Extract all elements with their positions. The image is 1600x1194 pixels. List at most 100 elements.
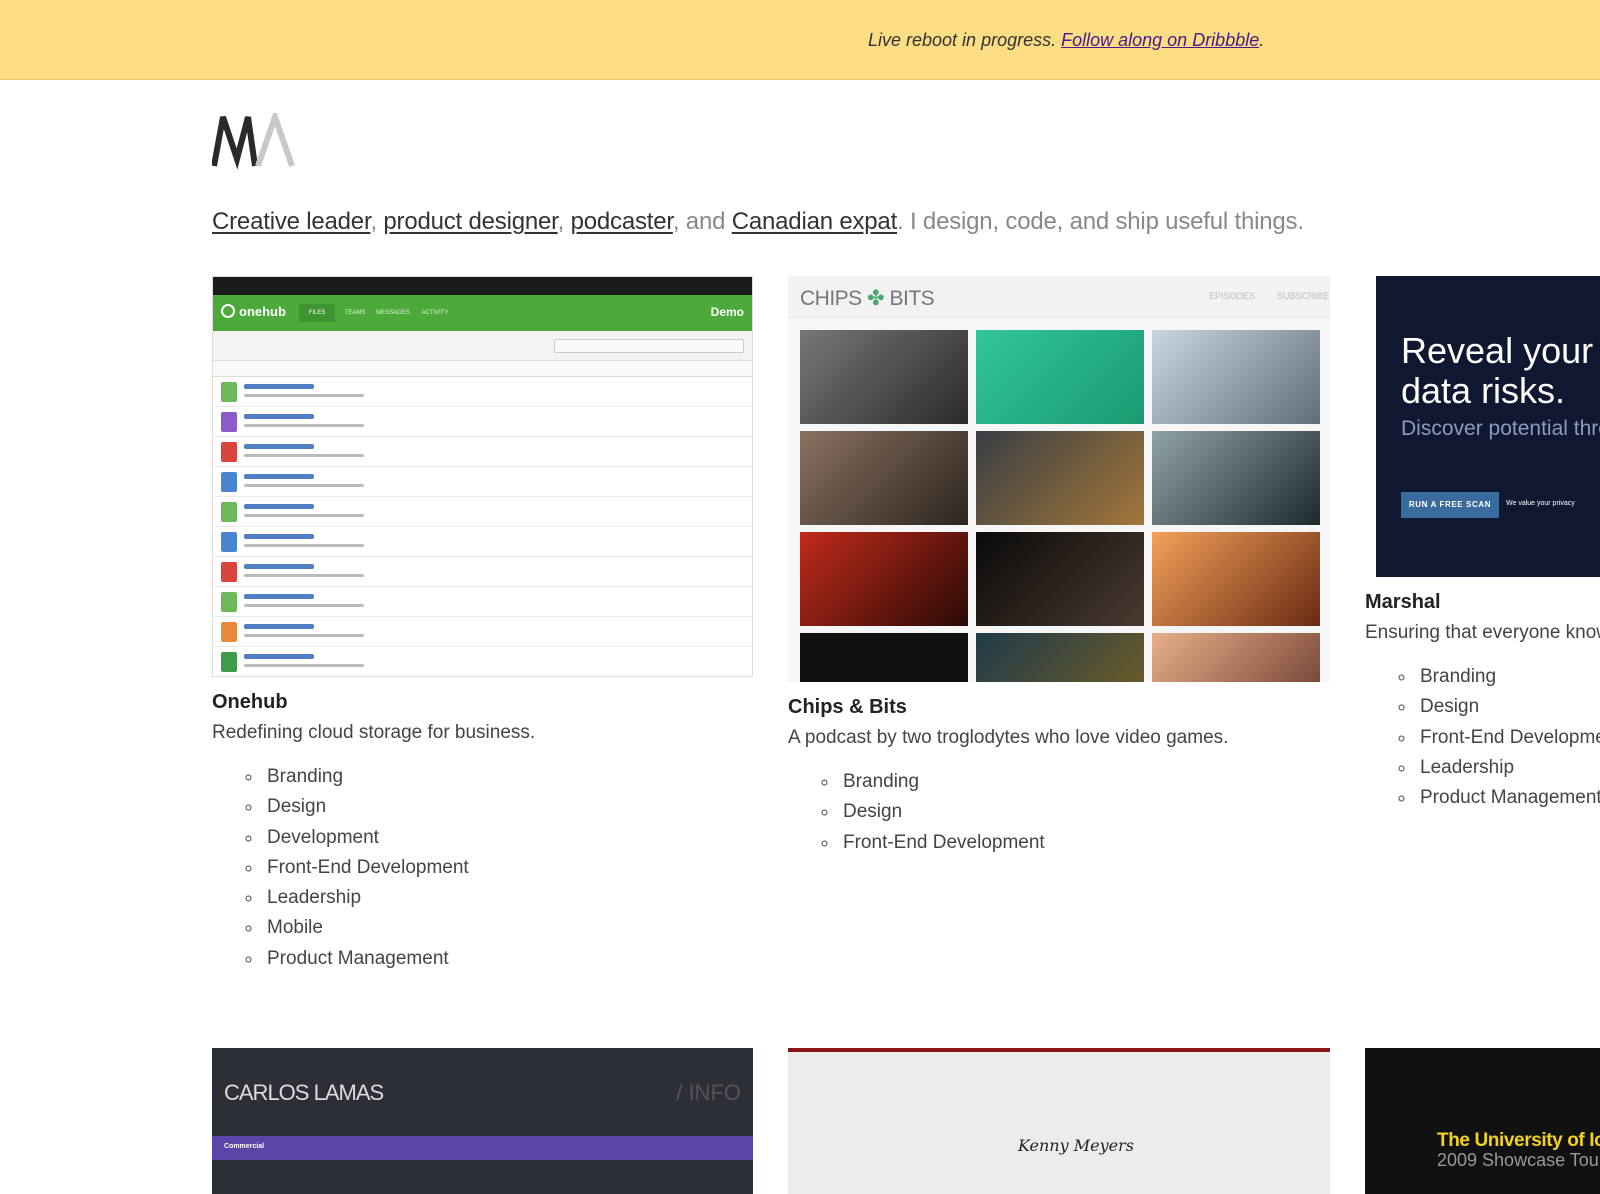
file-meta (244, 394, 364, 397)
role-product-designer-link[interactable]: product designer (383, 208, 557, 235)
file-meta (244, 544, 364, 547)
tag-item: Front-End Development (839, 828, 1330, 858)
file-row (213, 527, 752, 557)
marshal-screenshot[interactable]: Reveal your data risks. Discover potenti… (1376, 276, 1600, 577)
project-card-marshal: Reveal your data risks. Discover potenti… (1365, 276, 1600, 813)
kenny-meyers-screenshot[interactable]: Kenny Meyers (788, 1048, 1330, 1194)
kenny-meyers-logo: Kenny Meyers (1018, 1136, 1134, 1155)
university-iowa-subtitle: 2009 Showcase Tour (1437, 1150, 1600, 1170)
project-card-onehub: onehub FILES TEAMS MESSAGES ACTIVITY Dem… (212, 276, 753, 974)
chips-bits-nav-episodes: EPISODES (1209, 291, 1256, 301)
episode-thumbnail (800, 330, 968, 424)
file-row (213, 647, 752, 676)
separator: , (370, 208, 384, 235)
role-creative-leader-link[interactable]: Creative leader (212, 208, 371, 235)
file-meta (244, 664, 364, 667)
project-card-kenny-meyers: Kenny Meyers (788, 1048, 1330, 1194)
chips-bits-logo-left: CHIPS (800, 287, 862, 310)
episode-thumbnail (800, 431, 968, 525)
file-row (213, 467, 752, 497)
project-title[interactable]: Chips & Bits (788, 696, 1330, 719)
dribbble-link[interactable]: Follow along on Dribbble (1061, 30, 1259, 50)
file-row (213, 407, 752, 437)
episode-thumbnail (800, 633, 968, 682)
episode-thumbnail (1152, 431, 1320, 525)
onehub-file-list (213, 377, 752, 676)
tag-item: Product Management (263, 944, 753, 974)
tag-item: Mobile (263, 913, 753, 943)
project-card-carlos-lamas: CARLOS LAMAS / INFO Commercial (212, 1048, 753, 1194)
project-card-chips-bits: CHIPS ✤ BITS EPISODES SUBSCRIBE Chips & … (788, 276, 1330, 858)
episode-thumbnail (976, 431, 1144, 525)
onehub-action-buttons (554, 339, 744, 353)
file-icon (221, 502, 237, 522)
onehub-logo-icon (221, 304, 235, 318)
episode-thumbnail (800, 532, 968, 626)
file-name (244, 534, 314, 539)
role-canadian-expat-link[interactable]: Canadian expat (732, 208, 898, 235)
onehub-screenshot[interactable]: onehub FILES TEAMS MESSAGES ACTIVITY Dem… (212, 276, 753, 677)
file-icon (221, 592, 237, 612)
file-meta (244, 514, 364, 517)
onehub-toolbar (213, 331, 752, 361)
onehub-brand: onehub (221, 304, 286, 319)
tag-item: Design (839, 797, 1330, 827)
ma-logo[interactable] (212, 113, 312, 169)
onehub-tab-activity: ACTIVITY (421, 310, 449, 316)
episode-thumbnail (976, 330, 1144, 424)
file-name (244, 474, 314, 479)
file-row (213, 377, 752, 407)
carlos-lamas-category: Commercial (224, 1143, 265, 1150)
marshal-subline: Discover potential threats before anyone… (1401, 417, 1600, 440)
file-row (213, 497, 752, 527)
file-icon (221, 472, 237, 492)
file-row (213, 437, 752, 467)
file-icon (221, 532, 237, 552)
marshal-scan-button: RUN A FREE SCAN (1401, 492, 1499, 518)
tag-item: Branding (839, 767, 1330, 797)
tag-item: Front-End Development (263, 853, 753, 883)
file-icon (221, 382, 237, 402)
file-name (244, 414, 314, 419)
episode-thumbnail (976, 532, 1144, 626)
file-icon (221, 442, 237, 462)
university-iowa-screenshot[interactable]: The University of Iowa 2009 Showcase Tou… (1365, 1048, 1600, 1194)
file-meta (244, 574, 364, 577)
project-description: A podcast by two troglodytes who love vi… (788, 727, 1229, 748)
banner-suffix: . (1259, 30, 1265, 50)
university-iowa-title: The University of Iowa (1437, 1130, 1600, 1151)
tagline: . I design, code, and ship useful things… (897, 208, 1304, 235)
tag-item: Design (263, 792, 753, 822)
marshal-privacy-note: We value your privacy (1506, 500, 1575, 507)
banner-text: Live reboot in progress. Follow along on… (868, 30, 1264, 51)
tag-item: Development (263, 823, 753, 853)
file-meta (244, 604, 364, 607)
project-tags: Branding Design Development Front-End De… (212, 762, 753, 974)
onehub-demo-label: Demo (710, 305, 744, 319)
project-title[interactable]: Onehub (212, 691, 753, 714)
role-podcaster-link[interactable]: podcaster (571, 208, 673, 235)
onehub-tab-messages: MESSAGES (376, 310, 410, 316)
carlos-lamas-info: / INFO (676, 1080, 741, 1105)
file-name (244, 654, 314, 659)
project-title[interactable]: Marshal (1365, 591, 1600, 614)
onehub-tab-files: FILES (299, 304, 335, 322)
announcement-banner: Live reboot in progress. Follow along on… (0, 0, 1600, 80)
file-icon (221, 412, 237, 432)
project-tags: Branding Design Front-End Development (788, 767, 1330, 858)
tag-item: Branding (263, 762, 753, 792)
project-description: Ensuring that everyone knows (1365, 622, 1600, 643)
file-meta (244, 424, 364, 427)
carlos-lamas-title: CARLOS LAMAS (224, 1080, 384, 1105)
onehub-header: onehub FILES TEAMS MESSAGES ACTIVITY Dem… (213, 295, 752, 331)
episode-thumbnail (976, 633, 1144, 682)
file-name (244, 624, 314, 629)
onehub-tab-teams: TEAMS (344, 310, 366, 316)
episode-thumbnail (1152, 532, 1320, 626)
marshal-headline: Reveal your data risks. (1401, 330, 1594, 411)
carlos-lamas-screenshot[interactable]: CARLOS LAMAS / INFO Commercial (212, 1048, 753, 1194)
file-name (244, 504, 314, 509)
tag-item: Branding (1416, 662, 1600, 692)
chips-bits-screenshot[interactable]: CHIPS ✤ BITS EPISODES SUBSCRIBE (788, 276, 1330, 682)
onehub-brand-label: onehub (239, 304, 286, 319)
